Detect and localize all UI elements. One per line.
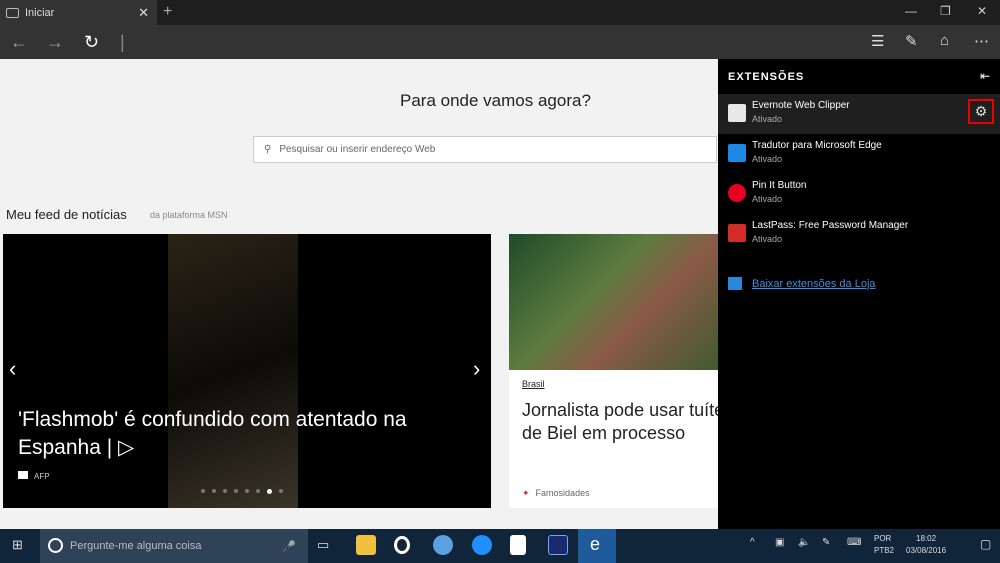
language-indicator[interactable]: POR PTB2 (874, 533, 894, 557)
maximize-button[interactable]: ❐ (940, 4, 951, 18)
new-tab-button[interactable]: + (163, 3, 172, 21)
news-photo (168, 234, 298, 508)
extensions-panel: EXTENSÕES ⇤ Evernote Web Clipper Ativado ⚙… (718, 59, 1000, 529)
nav-bar: ← → ↻ | ☰ ✎ ⌂ ⋯ (0, 25, 1000, 59)
pen-icon[interactable]: ✎ (822, 537, 830, 548)
carousel-dot[interactable] (279, 489, 283, 493)
news-photo (509, 234, 718, 370)
carousel-prev-button[interactable]: ‹ (9, 356, 16, 382)
store-icon (728, 277, 742, 290)
extension-item[interactable]: Tradutor para Microsoft Edge Ativado (718, 134, 1000, 174)
clock[interactable]: 18:02 03/08/2016 (906, 533, 946, 557)
refresh-button[interactable]: ↻ (84, 32, 99, 53)
carousel-dot[interactable] (223, 489, 227, 493)
extension-item[interactable]: Pin It Button Ativado (718, 174, 1000, 214)
app-icon[interactable] (472, 535, 492, 555)
carousel-dot[interactable] (267, 489, 272, 494)
extension-status: Ativado (752, 194, 783, 204)
store-taskbar-icon[interactable] (510, 535, 526, 555)
pin-icon[interactable]: ⇤ (980, 69, 990, 83)
news-title[interactable]: 'Flashmob' é confundido com atentado na … (18, 406, 438, 462)
forward-button[interactable]: → (46, 32, 64, 53)
microphone-icon[interactable]: 🎤 (282, 540, 296, 553)
translator-icon (728, 144, 746, 162)
extension-name: LastPass: Free Password Manager (752, 220, 909, 231)
extension-item[interactable]: LastPass: Free Password Manager Ativado (718, 214, 1000, 254)
network-icon[interactable]: ▣ (775, 537, 784, 548)
feed-source: da plataforma MSN (150, 210, 228, 220)
extension-status: Ativado (752, 114, 783, 124)
extension-name: Tradutor para Microsoft Edge (752, 140, 882, 151)
news-source: ✦ Famosidades (522, 488, 590, 498)
share-icon[interactable]: ⌂ (940, 32, 949, 49)
extension-item[interactable]: Evernote Web Clipper Ativado ⚙ (718, 94, 1000, 134)
search-icon: ⚲ (264, 144, 272, 155)
gear-icon[interactable]: ⚙ (968, 99, 994, 124)
extension-name: Pin It Button (752, 180, 807, 191)
extension-status: Ativado (752, 154, 783, 164)
evernote-icon (728, 104, 746, 122)
tab-icon (6, 7, 19, 18)
panel-title: EXTENSÕES (728, 71, 805, 83)
more-icon[interactable]: ⋯ (974, 32, 989, 50)
news-card-carousel[interactable]: ‹ › 'Flashmob' é confundido com atentado… (3, 234, 491, 508)
tab-title: Iniciar (25, 6, 55, 19)
notifications-icon[interactable]: ▢ (980, 537, 991, 551)
extension-status: Ativado (752, 234, 783, 244)
store-link[interactable]: Baixar extensões da Loja (728, 277, 876, 290)
file-explorer-icon[interactable] (356, 535, 376, 555)
carousel-dot[interactable] (234, 489, 238, 493)
opera-icon[interactable] (394, 536, 410, 554)
carousel-dot[interactable] (212, 489, 216, 493)
extension-name: Evernote Web Clipper (752, 100, 850, 111)
search-placeholder: Pesquisar ou inserir endereço Web (279, 144, 436, 155)
edge-taskbar-icon[interactable]: e (578, 529, 616, 563)
task-view-icon[interactable]: ▭ (317, 537, 329, 553)
lastpass-icon (728, 224, 746, 242)
news-card[interactable]: Brasil Jornalista pode usar tuítes de Bie… (509, 234, 718, 508)
page-headline: Para onde vamos agora? (400, 91, 591, 110)
news-source: AFP (18, 471, 50, 481)
chevron-up-icon[interactable]: ^ (750, 537, 755, 548)
pinterest-icon (728, 184, 746, 202)
window-close-button[interactable]: ✕ (977, 4, 987, 18)
cortana-icon (48, 538, 63, 553)
carousel-dot[interactable] (201, 489, 205, 493)
cortana-search[interactable]: Pergunte-me alguma coisa 🎤 (40, 529, 308, 563)
back-button[interactable]: ← (10, 32, 28, 53)
title-bar: Iniciar ✕ + — ❐ ✕ (0, 0, 1000, 25)
app-icon[interactable] (433, 535, 453, 555)
carousel-dots (201, 489, 283, 494)
search-input[interactable]: ⚲ Pesquisar ou inserir endereço Web (253, 136, 717, 163)
taskbar: ⊞ Pergunte-me alguma coisa 🎤 ▭ e ^ ▣ 🔈 ✎ … (0, 529, 1000, 563)
tab-iniciar[interactable]: Iniciar ✕ (0, 0, 157, 25)
web-note-icon[interactable]: ✎ (905, 32, 918, 50)
feed-title: Meu feed de notícias (6, 207, 127, 222)
carousel-dot[interactable] (245, 489, 249, 493)
address-divider: | (120, 32, 125, 52)
start-button[interactable]: ⊞ (12, 537, 23, 553)
start-page: Para onde vamos agora? ⚲ Pesquisar ou ins… (0, 59, 718, 529)
close-tab-icon[interactable]: ✕ (138, 5, 149, 21)
carousel-dot[interactable] (256, 489, 260, 493)
hub-icon[interactable]: ☰ (871, 32, 884, 50)
news-category[interactable]: Brasil (522, 379, 545, 389)
volume-icon[interactable]: 🔈 (798, 537, 810, 548)
minimize-button[interactable]: — (905, 4, 917, 18)
carousel-next-button[interactable]: › (473, 356, 480, 382)
news-title[interactable]: Jornalista pode usar tuítes de Biel em pr… (522, 399, 718, 445)
keyboard-icon[interactable]: ⌨ (847, 537, 861, 548)
photoshop-icon[interactable] (548, 535, 568, 555)
